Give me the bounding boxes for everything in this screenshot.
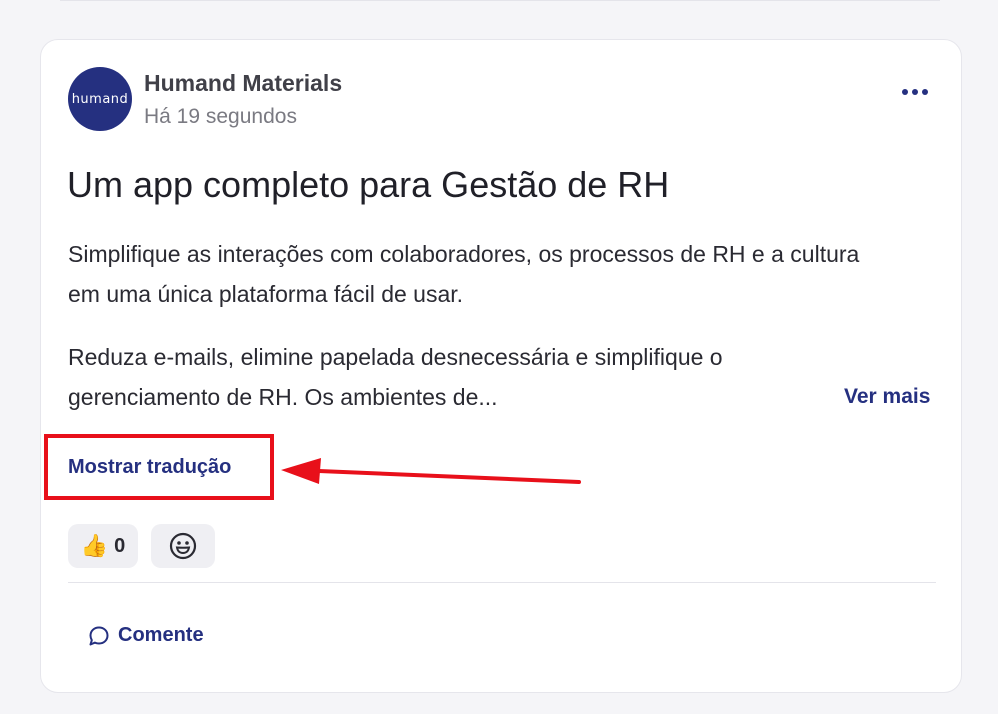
see-more-link[interactable]: Ver mais — [844, 385, 930, 409]
annotation-arrow — [281, 458, 581, 484]
thumbs-up-icon: 👍 — [80, 533, 109, 558]
smiley-icon — [169, 532, 197, 560]
comment-button[interactable]: Comente — [88, 624, 204, 647]
post-timestamp: Há 19 segundos — [144, 105, 297, 128]
post-card: humand Humand Materials Há 19 segundos U… — [40, 39, 962, 693]
previous-post-card — [60, 0, 940, 1]
post-paragraph: Simplifique as interações com colaborado… — [68, 241, 860, 307]
annotation-highlight-box — [44, 434, 274, 500]
avatar-logo-text: humand — [71, 91, 129, 107]
post-title: Um app completo para Gestão de RH — [67, 164, 670, 205]
author-avatar[interactable]: humand — [68, 67, 132, 131]
like-reaction-button[interactable]: 👍 0 — [68, 524, 138, 568]
chat-bubble-icon — [89, 626, 109, 645]
author-name[interactable]: Humand Materials — [144, 70, 342, 97]
actions-divider — [68, 582, 936, 583]
add-reaction-button[interactable] — [151, 524, 215, 568]
more-options-button[interactable] — [897, 80, 933, 104]
comment-label: Comente — [118, 624, 204, 646]
like-count: 0 — [114, 534, 126, 557]
more-horizontal-icon — [902, 89, 928, 95]
post-paragraph: Reduza e-mails, elimine papelada desnece… — [68, 344, 723, 410]
